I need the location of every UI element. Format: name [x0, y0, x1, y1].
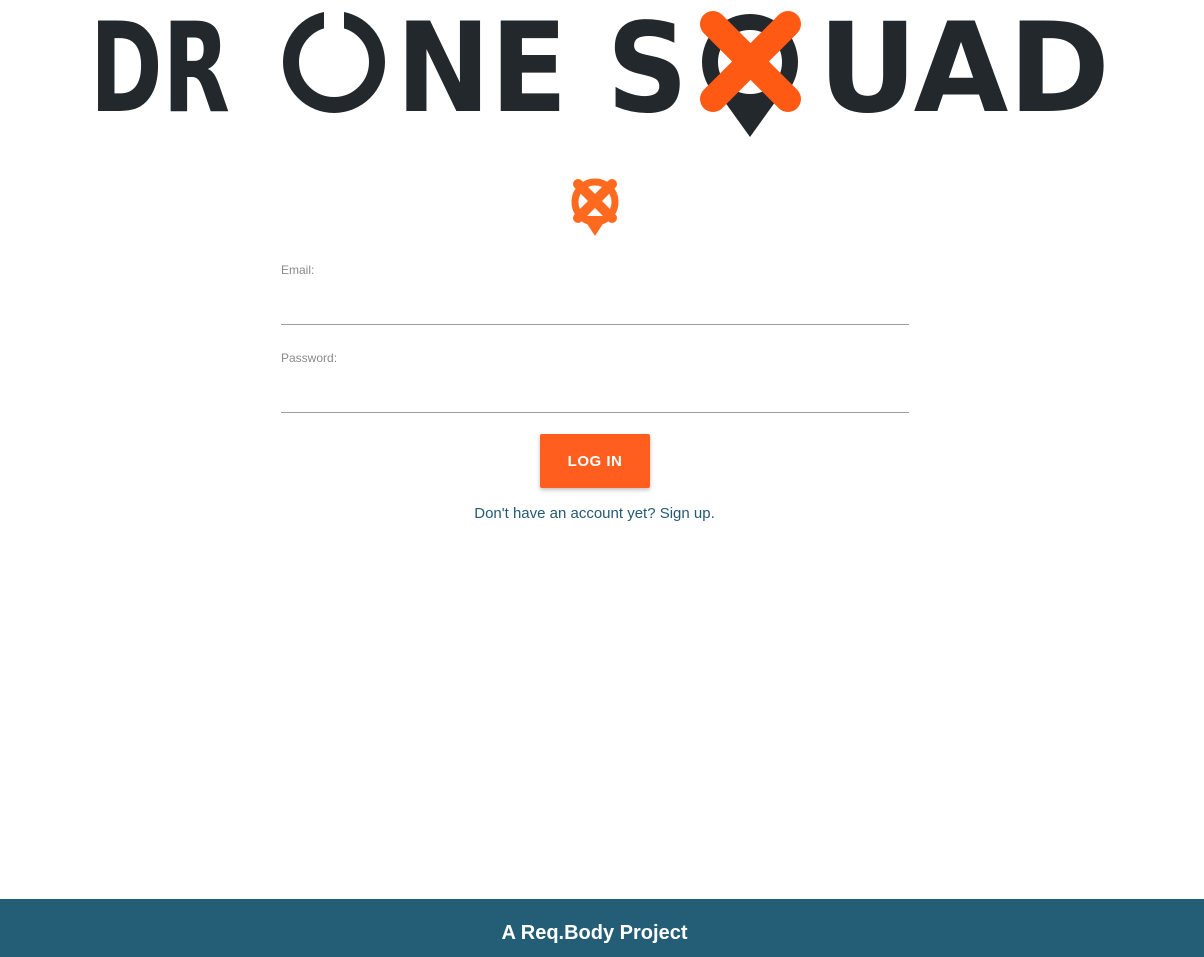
- footer-text: A Req.Body Project: [501, 922, 688, 944]
- login-page: DR NE S UAD Email: Password: LOG IN Don'…: [0, 0, 1204, 957]
- brand-o-letter: [283, 8, 385, 113]
- email-field[interactable]: [281, 292, 909, 325]
- password-label: Password:: [281, 351, 338, 365]
- brand-name-part-1: DR: [90, 0, 230, 141]
- email-label: Email:: [281, 263, 315, 277]
- password-field-group: Password:: [281, 350, 909, 438]
- brand-name-part-3: UAD: [818, 0, 1110, 141]
- login-form: Email: Password:: [281, 262, 909, 438]
- password-field[interactable]: [281, 380, 909, 413]
- signup-link[interactable]: Don't have an account yet? Sign up.: [0, 504, 1189, 524]
- brand-logo-svg: DR NE S UAD: [90, 0, 1110, 141]
- email-field-group: Email:: [281, 262, 909, 350]
- brand-x-pin-icon: [700, 11, 801, 137]
- brand-name-part-2: NE S: [396, 0, 688, 141]
- login-button[interactable]: LOG IN: [540, 434, 650, 488]
- x-map-pin-icon: [564, 172, 626, 240]
- footer: A Req.Body Project: [0, 899, 1204, 957]
- brand-logo: DR NE S UAD: [0, 0, 1204, 145]
